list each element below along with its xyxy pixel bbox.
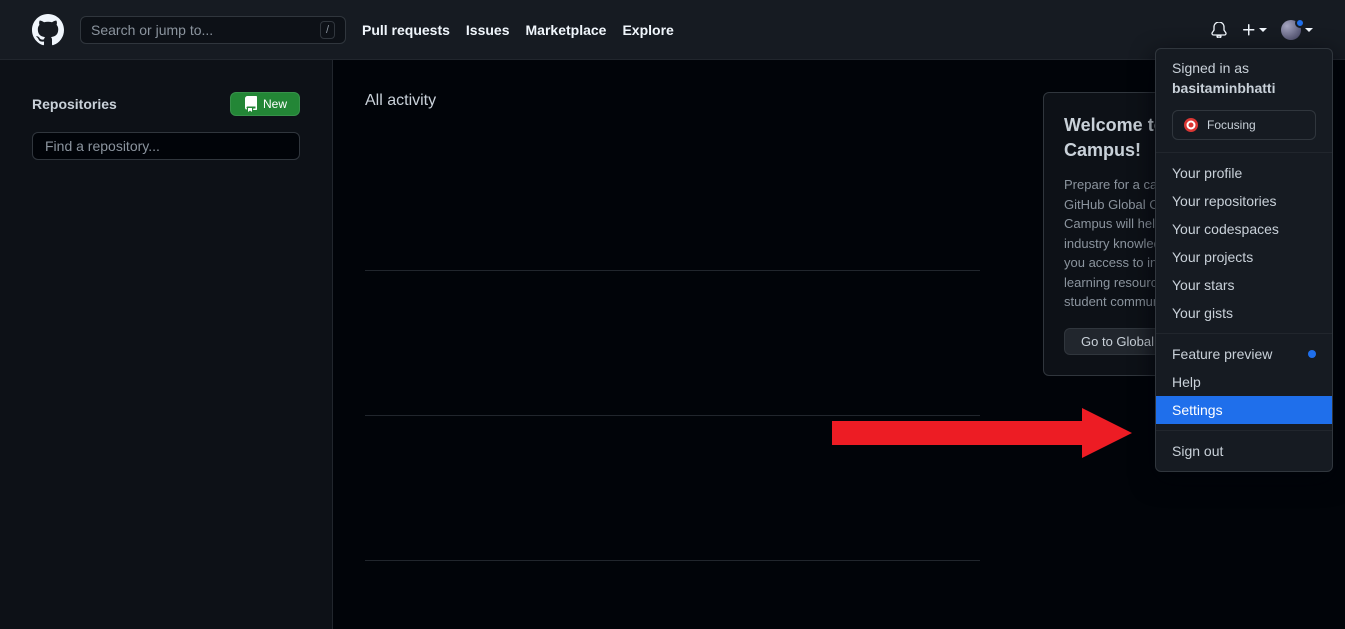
dropdown-group-signout: Sign out (1156, 431, 1332, 471)
status-text: Focusing (1207, 118, 1256, 132)
signed-in-label: Signed in as (1172, 60, 1249, 76)
menu-your-repositories[interactable]: Your repositories (1156, 187, 1332, 215)
sidebar-header: Repositories New (32, 92, 300, 116)
menu-your-gists[interactable]: Your gists (1156, 299, 1332, 327)
sidebar: Repositories New (0, 60, 333, 629)
menu-settings[interactable]: Settings (1156, 396, 1332, 424)
caret-down-icon (1259, 28, 1267, 32)
menu-sign-out[interactable]: Sign out (1156, 437, 1332, 465)
annotation-arrow-icon (832, 408, 1132, 458)
menu-your-codespaces[interactable]: Your codespaces (1156, 215, 1332, 243)
nav-explore[interactable]: Explore (622, 22, 673, 38)
menu-your-projects[interactable]: Your projects (1156, 243, 1332, 271)
feature-dot-icon (1308, 350, 1316, 358)
dropdown-group-settings: Feature preview Help Settings (1156, 334, 1332, 430)
repositories-heading: Repositories (32, 96, 117, 112)
user-menu-trigger[interactable] (1281, 20, 1313, 40)
menu-feature-preview[interactable]: Feature preview (1156, 340, 1332, 368)
target-icon (1183, 117, 1199, 133)
new-btn-label: New (263, 97, 287, 111)
welcome-title-line2: Campus! (1064, 140, 1141, 160)
feature-preview-label: Feature preview (1172, 346, 1272, 362)
github-logo-icon[interactable] (32, 14, 64, 46)
repo-icon (243, 96, 259, 112)
slash-hint: / (320, 21, 335, 39)
nav-issues[interactable]: Issues (466, 22, 510, 38)
notifications-icon[interactable] (1211, 22, 1227, 38)
status-badge[interactable]: Focusing (1172, 110, 1316, 140)
notification-dot (1295, 18, 1305, 28)
user-dropdown-menu: Signed in as basitaminbhatti Focusing Yo… (1155, 48, 1333, 472)
nav-pull-requests[interactable]: Pull requests (362, 22, 450, 38)
username-label: basitaminbhatti (1172, 80, 1275, 96)
feed-item (365, 271, 980, 416)
main-header: / Pull requests Issues Marketplace Explo… (0, 0, 1345, 60)
dropdown-group-profile: Your profile Your repositories Your code… (1156, 153, 1332, 333)
feed-item (365, 126, 980, 271)
search-box[interactable]: / (80, 16, 346, 44)
nav-marketplace[interactable]: Marketplace (526, 22, 607, 38)
caret-down-icon (1305, 28, 1313, 32)
menu-your-stars[interactable]: Your stars (1156, 271, 1332, 299)
new-repo-button[interactable]: New (230, 92, 300, 116)
menu-help[interactable]: Help (1156, 368, 1332, 396)
dropdown-header: Signed in as basitaminbhatti (1156, 49, 1332, 102)
search-input[interactable] (91, 22, 320, 38)
header-right (1211, 20, 1313, 40)
create-new-dropdown[interactable] (1241, 22, 1267, 38)
main-area: Repositories New All activity Welcome to… (0, 60, 1345, 629)
repo-filter-input[interactable] (32, 132, 300, 160)
nav-links: Pull requests Issues Marketplace Explore (362, 22, 674, 38)
menu-your-profile[interactable]: Your profile (1156, 159, 1332, 187)
